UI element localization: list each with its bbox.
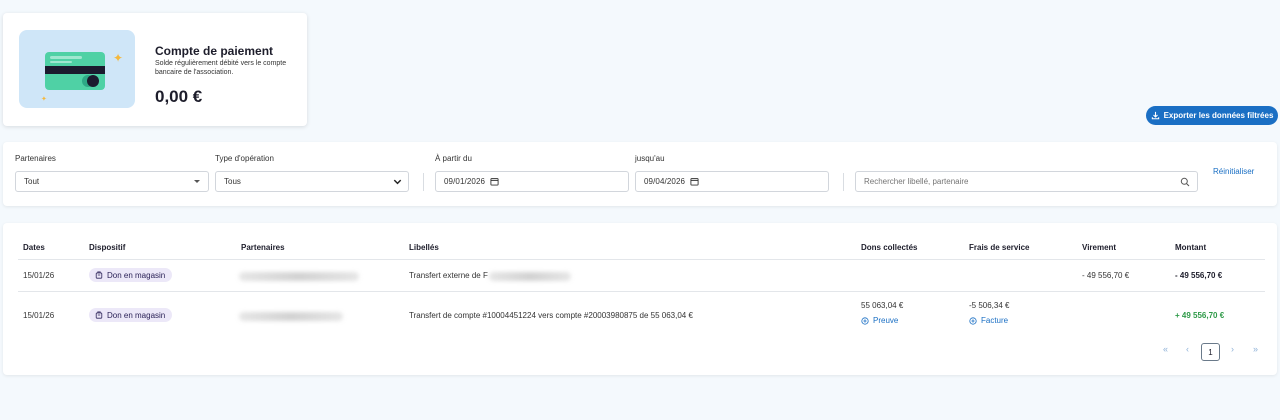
filters-bar: Partenaires Tout Type d'opération Tous À… xyxy=(3,142,1277,206)
row-label: Transfert de compte #10004451224 vers co… xyxy=(409,311,693,320)
caret-down-icon xyxy=(194,180,200,183)
operation-type-select[interactable]: Tous xyxy=(215,171,409,192)
partners-select[interactable]: Tout xyxy=(15,171,209,192)
column-header-transfer: Virement xyxy=(1082,243,1117,252)
credit-card-illustration: ✦ ✦ xyxy=(19,30,135,108)
device-badge: Don en magasin xyxy=(89,308,173,322)
redacted-partner xyxy=(239,272,359,281)
reset-link[interactable]: Réinitialiser xyxy=(1213,167,1254,176)
next-page-button[interactable]: › xyxy=(1231,344,1234,354)
column-header-donations: Dons collectés xyxy=(861,243,918,252)
invoice-link[interactable]: Facture xyxy=(969,316,1008,325)
proof-label: Preuve xyxy=(873,316,899,325)
search-input[interactable] xyxy=(864,177,1164,186)
from-date-input[interactable]: 09/01/2026 xyxy=(435,171,629,192)
search-field[interactable] xyxy=(855,171,1198,192)
account-balance: 0,00 € xyxy=(155,87,203,106)
row-transfer: - 49 556,70 € xyxy=(1082,271,1130,280)
proof-link[interactable]: Preuve xyxy=(861,316,898,325)
to-date-label: jusqu'au xyxy=(635,154,665,163)
divider xyxy=(843,173,844,191)
column-header-fees: Frais de service xyxy=(969,243,1030,252)
invoice-label: Facture xyxy=(981,316,1009,325)
sparkle-icon: ✦ xyxy=(41,96,47,103)
column-header-dates: Dates xyxy=(23,243,45,252)
device-badge: Don en magasin xyxy=(89,268,173,282)
row-donations: 55 063,04 € xyxy=(861,301,904,310)
type-label: Type d'opération xyxy=(215,154,274,163)
column-header-device: Dispositif xyxy=(89,243,126,252)
account-description: Solde régulièrement débité vers le compt… xyxy=(155,60,287,76)
column-header-partners: Partenaires xyxy=(241,243,285,252)
row-amount: + 49 556,70 € xyxy=(1175,311,1225,320)
store-icon xyxy=(95,271,103,279)
to-date-value: 09/04/2026 xyxy=(644,177,686,186)
redacted-label xyxy=(489,272,571,281)
store-icon xyxy=(95,311,103,319)
to-date-input[interactable]: 09/04/2026 xyxy=(635,171,829,192)
row-label: Transfert externe de F xyxy=(409,271,488,280)
header-divider xyxy=(18,259,1265,260)
calendar-icon[interactable] xyxy=(490,177,499,186)
first-page-button[interactable]: « xyxy=(1163,344,1168,354)
type-value: Tous xyxy=(224,177,241,186)
device-label: Don en magasin xyxy=(107,270,166,280)
from-date-label: À partir du xyxy=(435,154,472,163)
export-button[interactable]: Exporter les données filtrées xyxy=(1146,106,1278,125)
plus-circle-icon xyxy=(861,316,869,325)
account-title: Compte de paiement xyxy=(155,44,274,58)
export-label: Exporter les données filtrées xyxy=(1163,111,1274,120)
row-date: 15/01/26 xyxy=(23,311,55,320)
chevron-down-icon xyxy=(393,179,402,185)
page-number-button[interactable]: 1 xyxy=(1201,343,1220,361)
last-page-button[interactable]: » xyxy=(1253,344,1258,354)
redacted-partner xyxy=(239,312,343,321)
payment-account-card: ✦ ✦ Compte de paiement Solde régulièreme… xyxy=(3,13,307,126)
search-icon xyxy=(1180,177,1190,187)
from-date-value: 09/01/2026 xyxy=(444,177,486,186)
row-date: 15/01/26 xyxy=(23,271,55,280)
row-amount: - 49 556,70 € xyxy=(1175,271,1223,280)
column-header-amount: Montant xyxy=(1175,243,1207,252)
partners-label: Partenaires xyxy=(15,154,56,163)
calendar-icon[interactable] xyxy=(690,177,699,186)
device-label: Don en magasin xyxy=(107,310,166,320)
plus-circle-icon xyxy=(969,316,977,325)
partners-value: Tout xyxy=(24,177,40,186)
row-fees: -5 506,34 € xyxy=(969,301,1010,310)
transactions-table: Dates Dispositif Partenaires Libellés Do… xyxy=(3,223,1277,375)
column-header-labels: Libellés xyxy=(409,243,439,252)
download-icon xyxy=(1151,111,1159,120)
prev-page-button[interactable]: ‹ xyxy=(1186,344,1189,354)
divider xyxy=(423,173,424,191)
sparkle-icon: ✦ xyxy=(113,51,124,65)
row-divider xyxy=(18,291,1265,292)
